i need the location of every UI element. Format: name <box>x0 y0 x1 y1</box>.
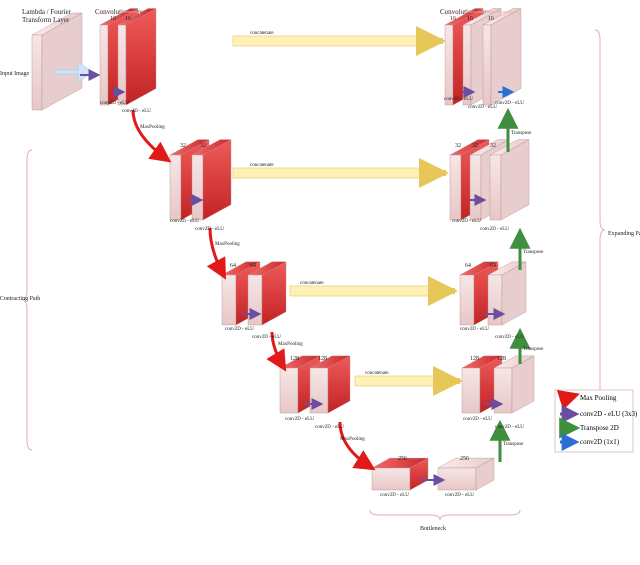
dec1-block-c <box>483 9 521 106</box>
bottleneck-bracket <box>370 510 520 520</box>
bottleneck-ch-b: 256 <box>460 456 469 462</box>
convop-dec4a: conv2D - eLU <box>463 417 492 422</box>
enc2-ch-b: 32 <box>200 143 206 149</box>
convop-enc4b: conv2D - eLU <box>315 425 344 430</box>
transpose-label-3: Transpose <box>523 347 544 352</box>
convop-dec1a: conv2D - eLU <box>444 97 473 102</box>
bottleneck-block-b <box>438 458 494 490</box>
transpose-label-2: Transpose <box>523 250 544 255</box>
dec2-ch-a: 32 <box>455 143 461 149</box>
enc3-ch-b: 64 <box>250 263 256 269</box>
legend-box: Max Pooling conv2D - eLU (3x3) Transpose… <box>555 390 638 452</box>
convop-enc2b: conv2D - eLU <box>195 227 224 232</box>
legend-conv: conv2D - eLU (3x3) <box>580 410 638 418</box>
convop-enc4a: conv2D - eLU <box>285 417 314 422</box>
maxpool-label-1: MaxPooling <box>140 125 165 130</box>
concat-bar-3: concatenate <box>290 281 455 296</box>
convop-enc3b: conv2D - eLU <box>252 335 281 340</box>
convop-dec1c: conv2D - eLU <box>495 101 524 106</box>
expanding-bracket <box>595 30 605 440</box>
dec1-ch-a: 16 <box>450 16 456 22</box>
concat-bar-1: concatenate <box>233 31 443 46</box>
expanding-path-label: Expanding Path <box>608 231 640 237</box>
maxpool-label-2: MaxPooling <box>215 242 240 247</box>
maxpool-arrow-1 <box>133 110 168 160</box>
convop-dec4b: conv2D - eLU <box>495 425 524 430</box>
transpose-label-1: Transpose <box>511 131 532 136</box>
enc4-ch-b: 128 <box>318 356 327 362</box>
convop-bna: conv2D - eLU <box>380 493 409 498</box>
architecture-diagram: Lambda / FourierTransform Layer Input Im… <box>0 0 640 565</box>
bottleneck-ch-a: 256 <box>398 456 407 462</box>
bottleneck-block-a <box>372 458 428 490</box>
concat-bar-4: concatenate <box>355 371 460 386</box>
convop-dec2a: conv2D - eLU <box>452 219 481 224</box>
convop-enc1a: conv2D - eLU <box>100 101 129 106</box>
lambda-label: Lambda / FourierTransform Layer <box>22 8 72 24</box>
maxpool-arrow-2 <box>210 228 224 276</box>
dec1-ch-b: 16 <box>467 16 473 22</box>
dec3-ch-b: 64 <box>490 263 496 269</box>
dec4-ch-b: 128 <box>497 356 506 362</box>
dec2-ch-b: 32 <box>472 143 478 149</box>
svg-text:concatenate: concatenate <box>365 371 389 376</box>
enc2-ch-a: 32 <box>180 143 186 149</box>
dec3-ch-a: 64 <box>465 263 471 269</box>
convop-enc3a: conv2D - eLU <box>225 327 254 332</box>
legend-maxpool: Max Pooling <box>580 394 617 402</box>
enc1-ch-a: 16 <box>110 16 116 22</box>
enc1-block-b <box>118 9 156 106</box>
convop-enc1b: conv2D - eLU <box>122 109 151 114</box>
enc3-ch-a: 64 <box>230 263 236 269</box>
convop-dec2b: conv2D - eLU <box>480 227 509 232</box>
legend-conv1: conv2D (1x1) <box>580 438 620 446</box>
svg-text:concatenate: concatenate <box>250 31 274 36</box>
convop-dec3b: conv2D - eLU <box>495 335 524 340</box>
dec1-ch-c: 16 <box>488 16 494 22</box>
maxpool-arrow-4 <box>340 422 372 468</box>
convop-bnb: conv2D - eLU <box>445 493 474 498</box>
contracting-path-label: Contracting Path <box>0 296 40 302</box>
svg-text:concatenate: concatenate <box>300 281 324 286</box>
maxpool-label-4: MaxPooling <box>340 437 365 442</box>
concat-bar-2: concatenate <box>233 163 446 178</box>
lambda-block <box>32 13 82 110</box>
convop-dec1b: conv2D - eLU <box>468 105 497 110</box>
svg-text:concatenate: concatenate <box>250 163 274 168</box>
bottleneck-label: Bottleneck <box>420 526 446 532</box>
legend-transpose: Transpose 2D <box>580 424 619 432</box>
enc4-ch-a: 128 <box>290 356 299 362</box>
enc2-block-b <box>192 140 231 220</box>
dec4-ch-a: 128 <box>470 356 479 362</box>
convop-enc2a: conv2D - eLU <box>170 219 199 224</box>
transpose-label-4: Transpose <box>503 442 524 447</box>
enc1-ch-b: 16 <box>125 16 131 22</box>
maxpool-label-3: MaxPooling <box>278 342 303 347</box>
convop-dec3a: conv2D - eLU <box>460 327 489 332</box>
input-image-label: Input Image <box>0 71 29 77</box>
dec2-ch-c: 32 <box>490 143 496 149</box>
